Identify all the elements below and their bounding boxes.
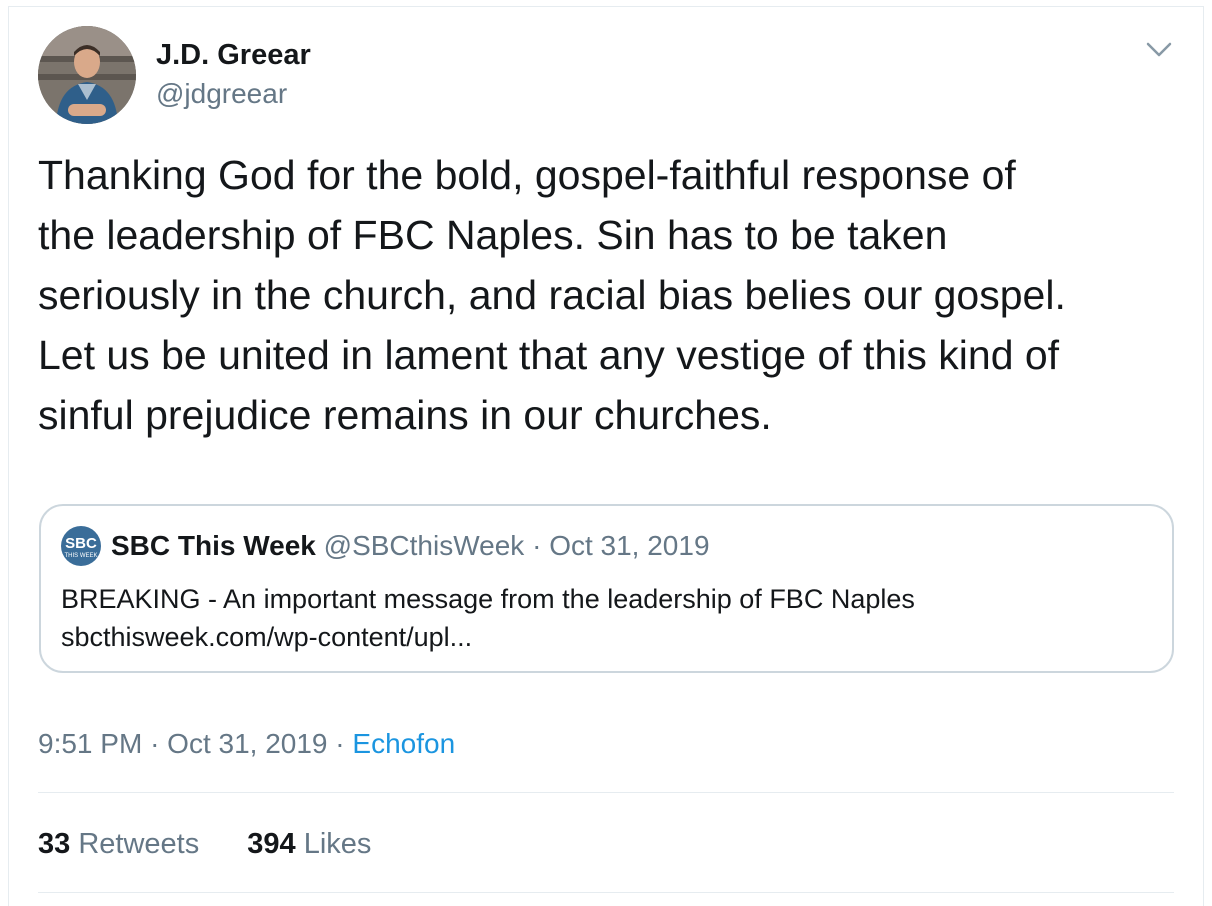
retweets-count: 33 (38, 828, 71, 860)
retweets-stat[interactable]: 33 Retweets (38, 826, 199, 862)
quoted-author-name[interactable]: SBC This Week (111, 530, 316, 561)
retweets-label: Retweets (78, 828, 200, 860)
quoted-link[interactable]: sbcthisweek.com/wp-content/upl... (61, 618, 915, 656)
divider (38, 892, 1174, 893)
tweet-stats: 33 Retweets 394 Likes (38, 826, 411, 862)
tweet-date[interactable]: Oct 31, 2019 (167, 728, 327, 759)
quoted-tweet[interactable]: SBC THIS WEEK SBC This Week @SBCthisWeek… (39, 504, 1174, 673)
chevron-down-icon[interactable] (1144, 38, 1174, 62)
quoted-body: BREAKING - An important message from the… (61, 580, 915, 656)
timestamp-separator: · (335, 728, 345, 759)
quoted-header: SBC This Week @SBCthisWeek · Oct 31, 201… (111, 528, 710, 564)
likes-stat[interactable]: 394 Likes (247, 826, 371, 862)
tweet-card (8, 6, 1204, 906)
quoted-author-handle[interactable]: @SBCthisWeek (324, 530, 525, 561)
divider (38, 792, 1174, 793)
tweet-time[interactable]: 9:51 PM (38, 728, 142, 759)
sbc-logo-icon: SBC THIS WEEK (61, 526, 101, 566)
likes-label: Likes (303, 828, 372, 860)
author-name[interactable]: J.D. Greear (156, 38, 311, 72)
sbc-logo-text: SBC (65, 535, 97, 552)
avatar-photo (38, 26, 136, 124)
quoted-separator: · (532, 530, 542, 561)
tweet-timestamp: 9:51 PM · Oct 31, 2019 · Echofon (38, 726, 455, 762)
likes-count: 394 (247, 828, 296, 860)
timestamp-separator: · (150, 728, 160, 759)
sbc-logo-subtext: THIS WEEK (64, 553, 97, 559)
source-link[interactable]: Echofon (352, 728, 455, 759)
avatar[interactable] (38, 26, 136, 124)
author-handle[interactable]: @jdgreear (156, 77, 287, 111)
tweet-text: Thanking God for the bold, gospel-faithf… (38, 152, 1066, 438)
quoted-date[interactable]: Oct 31, 2019 (549, 530, 709, 561)
quoted-text-line1: BREAKING - An important message from the… (61, 584, 915, 614)
